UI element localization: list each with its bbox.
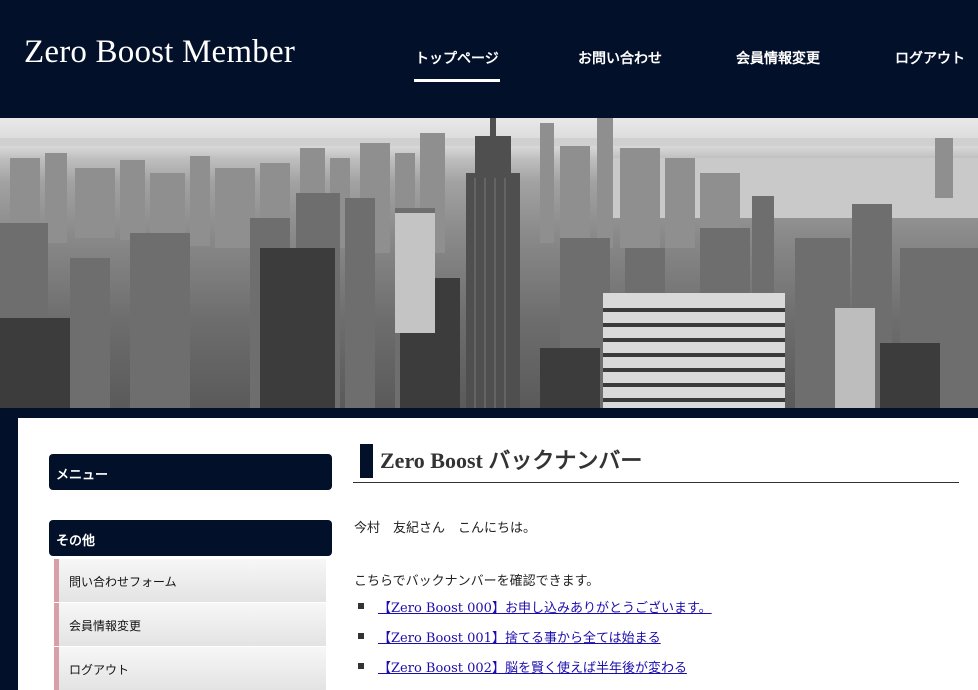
- title-divider: [353, 482, 959, 483]
- greeting-text: 今村 友紀さん こんにちは。: [354, 521, 537, 536]
- issue-link-002[interactable]: 【Zero Boost 002】脳を賢く使えば半年後が変わる: [378, 657, 687, 676]
- hero-city-image: [0, 118, 978, 408]
- nav-active-indicator: [414, 79, 500, 82]
- intro-text: こちらでバックナンバーを確認できます。: [354, 574, 600, 589]
- site-header: Zero Boost Member トップページ お問い合わせ 会員情報変更 ロ…: [0, 0, 978, 118]
- sidebar-item-member-info[interactable]: 会員情報変更: [54, 603, 326, 646]
- nav-top-page[interactable]: トップページ: [415, 48, 499, 68]
- sidebar-item-logout[interactable]: ログアウト: [54, 647, 326, 690]
- sidebar-item-label: 問い合わせフォーム: [69, 575, 177, 589]
- sidebar-item-label: 会員情報変更: [69, 619, 142, 633]
- sidebar-item-label: ログアウト: [69, 663, 130, 677]
- page-title: Zero Boost バックナンバー: [360, 444, 642, 478]
- nav-contact[interactable]: お問い合わせ: [578, 48, 662, 68]
- issue-link-000[interactable]: 【Zero Boost 000】お申し込みありがとうございます。: [378, 597, 712, 616]
- issue-link-001[interactable]: 【Zero Boost 001】捨てる事から全ては始まる: [378, 627, 661, 646]
- list-bullet: [358, 633, 364, 639]
- sidebar-item-contact-form[interactable]: 問い合わせフォーム: [54, 559, 326, 602]
- nav-logout[interactable]: ログアウト: [895, 48, 965, 68]
- list-bullet: [358, 603, 364, 609]
- sidebar-menu-heading-label: メニュー: [56, 468, 109, 483]
- nav-member-info[interactable]: 会員情報変更: [736, 48, 820, 68]
- sidebar-menu-heading: メニュー: [49, 454, 332, 490]
- city-skyline-graphic: [0, 118, 978, 408]
- list-bullet: [358, 663, 364, 669]
- sidebar-other-heading: その他: [49, 520, 332, 556]
- sidebar-other-heading-label: その他: [56, 534, 96, 549]
- site-title[interactable]: Zero Boost Member: [24, 34, 295, 71]
